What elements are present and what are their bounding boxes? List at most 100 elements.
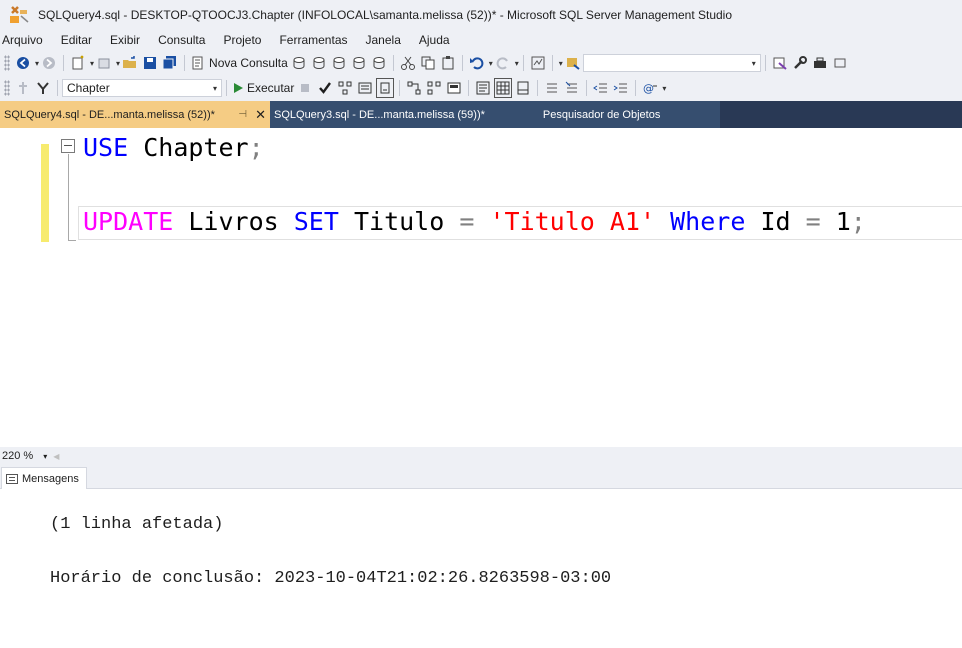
cancel-query-icon[interactable] bbox=[296, 78, 314, 98]
increase-indent-icon[interactable] bbox=[612, 78, 630, 98]
dmx-query-icon[interactable] bbox=[330, 53, 348, 73]
specify-template-values-icon[interactable]: @ bbox=[641, 78, 659, 98]
results-tab-strip: Mensagens bbox=[0, 465, 962, 489]
operator-equals: = bbox=[805, 207, 821, 236]
forward-icon[interactable] bbox=[40, 53, 58, 73]
query-editor[interactable]: USE Chapter; UPDATE Livros SET Titulo = … bbox=[0, 128, 962, 447]
toolbox-icon[interactable] bbox=[811, 53, 829, 73]
results-to-text-icon[interactable] bbox=[474, 78, 492, 98]
messages-icon bbox=[6, 473, 18, 484]
menu-ferramentas[interactable]: Ferramentas bbox=[270, 33, 356, 47]
zoom-select[interactable]: 220 % ▾ bbox=[0, 448, 51, 464]
close-icon[interactable]: ✕ bbox=[255, 107, 266, 123]
query-options-icon[interactable] bbox=[356, 78, 374, 98]
dax-query-icon[interactable] bbox=[370, 53, 388, 73]
messages-pane[interactable]: (1 linha afetada) Horário de conclusão: … bbox=[0, 489, 962, 648]
new-project-icon[interactable] bbox=[69, 53, 87, 73]
number-literal: 1 bbox=[835, 207, 851, 236]
pin-icon[interactable]: ⊣ bbox=[238, 109, 247, 120]
database-select[interactable]: Chapter ▾ bbox=[62, 79, 222, 97]
results-to-grid-icon[interactable] bbox=[494, 78, 513, 98]
change-connection-icon[interactable] bbox=[34, 78, 52, 98]
connect-icon[interactable] bbox=[14, 78, 32, 98]
code-line-1[interactable]: USE Chapter; bbox=[83, 130, 264, 166]
message-completion-time: Horário de conclusão: 2023-10-04T21:02:2… bbox=[50, 569, 612, 588]
identifier-database: Chapter bbox=[143, 133, 249, 162]
keyword-set: SET bbox=[293, 207, 339, 236]
tab-messages[interactable]: Mensagens bbox=[1, 467, 87, 489]
tab-sqlquery3-label: SQLQuery3.sql - DE...manta.melissa (59))… bbox=[274, 108, 485, 121]
tab-messages-label: Mensagens bbox=[22, 472, 79, 485]
cut-icon[interactable] bbox=[399, 53, 417, 73]
save-icon[interactable] bbox=[141, 53, 159, 73]
menu-janela[interactable]: Janela bbox=[357, 33, 410, 47]
activity-monitor-icon[interactable] bbox=[529, 53, 547, 73]
statement-terminator: ; bbox=[850, 207, 866, 236]
change-tracking-bar bbox=[41, 144, 49, 242]
include-actual-plan-icon[interactable] bbox=[405, 78, 423, 98]
client-stats-icon[interactable] bbox=[445, 78, 463, 98]
execute-button[interactable]: Executar bbox=[232, 78, 294, 98]
document-tab-strip: SQLQuery4.sql - DE...manta.melissa (52))… bbox=[0, 101, 962, 128]
zoom-level: 220 % bbox=[2, 450, 34, 462]
estimated-plan-icon[interactable] bbox=[336, 78, 354, 98]
scroll-left-icon[interactable]: ◀ bbox=[53, 452, 59, 461]
xmla-query-icon[interactable] bbox=[350, 53, 368, 73]
add-item-icon[interactable] bbox=[95, 53, 113, 73]
execute-label: Executar bbox=[247, 81, 295, 95]
keyword-update: UPDATE bbox=[83, 207, 174, 236]
menu-bar: Arquivo Editar Exibir Consulta Projeto F… bbox=[0, 30, 962, 50]
database-engine-query-icon[interactable] bbox=[290, 53, 308, 73]
redo-icon[interactable] bbox=[494, 53, 512, 73]
new-query-button[interactable]: Nova Consulta bbox=[190, 53, 288, 73]
window-icon[interactable] bbox=[831, 53, 849, 73]
statement-terminator: ; bbox=[248, 133, 264, 162]
copy-icon[interactable] bbox=[419, 53, 437, 73]
intellisense-icon[interactable] bbox=[376, 78, 395, 98]
live-query-stats-icon[interactable] bbox=[425, 78, 443, 98]
find-combo-dropdown-icon[interactable]: ▾ bbox=[752, 59, 756, 68]
keyword-where: Where bbox=[670, 207, 746, 236]
string-literal: 'Titulo A1' bbox=[489, 207, 656, 236]
comment-lines-icon[interactable] bbox=[543, 78, 561, 98]
menu-projeto[interactable]: Projeto bbox=[214, 33, 270, 47]
menu-consulta[interactable]: Consulta bbox=[149, 33, 214, 47]
zoom-dropdown-icon[interactable]: ▾ bbox=[43, 452, 47, 461]
uncomment-lines-icon[interactable] bbox=[563, 78, 581, 98]
back-dropdown-icon[interactable]: ▾ bbox=[35, 59, 39, 68]
identifier-id: Id bbox=[760, 207, 791, 236]
tab-object-explorer[interactable]: Pesquisador de Objetos bbox=[543, 109, 660, 121]
tab-sqlquery3[interactable]: SQLQuery3.sql - DE...manta.melissa (59))… bbox=[270, 101, 720, 128]
ssms-logo-icon bbox=[8, 4, 30, 26]
code-line-2[interactable]: UPDATE Livros SET Titulo = 'Titulo A1' W… bbox=[83, 204, 866, 240]
find-combo[interactable]: ▾ bbox=[582, 54, 761, 72]
undo-icon[interactable] bbox=[468, 53, 486, 73]
new-query-label: Nova Consulta bbox=[209, 56, 288, 70]
toolbar-grip[interactable] bbox=[4, 55, 10, 71]
save-all-icon[interactable] bbox=[161, 53, 179, 73]
wrench-icon[interactable] bbox=[791, 53, 809, 73]
paste-icon[interactable] bbox=[439, 53, 457, 73]
properties-icon[interactable] bbox=[771, 53, 789, 73]
standard-toolbar: ▾ ▾ ▾ Nova Consulta ▾ ▾ ▾ ▾ bbox=[0, 50, 962, 76]
identifier-table: Livros bbox=[188, 207, 279, 236]
menu-arquivo[interactable]: Arquivo bbox=[0, 33, 52, 47]
window-title: SQLQuery4.sql - DESKTOP-QTOOCJ3.Chapter … bbox=[38, 8, 733, 22]
collapse-region-icon[interactable] bbox=[61, 139, 75, 153]
open-file-icon[interactable] bbox=[121, 53, 139, 73]
tab-sqlquery4[interactable]: SQLQuery4.sql - DE...manta.melissa (52))… bbox=[0, 101, 270, 128]
title-bar: SQLQuery4.sql - DESKTOP-QTOOCJ3.Chapter … bbox=[0, 0, 962, 30]
tab-sqlquery4-label: SQLQuery4.sql - DE...manta.melissa (52))… bbox=[4, 108, 215, 121]
parse-checkmark-icon[interactable] bbox=[316, 78, 334, 98]
toolbar-overflow-icon[interactable]: ▾ bbox=[662, 84, 666, 93]
results-to-file-icon[interactable] bbox=[514, 78, 532, 98]
find-icon[interactable] bbox=[564, 53, 582, 73]
mdx-query-icon[interactable] bbox=[310, 53, 328, 73]
menu-editar[interactable]: Editar bbox=[52, 33, 101, 47]
database-dropdown-icon[interactable]: ▾ bbox=[213, 84, 217, 93]
decrease-indent-icon[interactable] bbox=[592, 78, 610, 98]
menu-exibir[interactable]: Exibir bbox=[101, 33, 149, 47]
menu-ajuda[interactable]: Ajuda bbox=[410, 33, 459, 47]
back-icon[interactable] bbox=[14, 53, 32, 73]
toolbar-grip[interactable] bbox=[4, 80, 10, 96]
